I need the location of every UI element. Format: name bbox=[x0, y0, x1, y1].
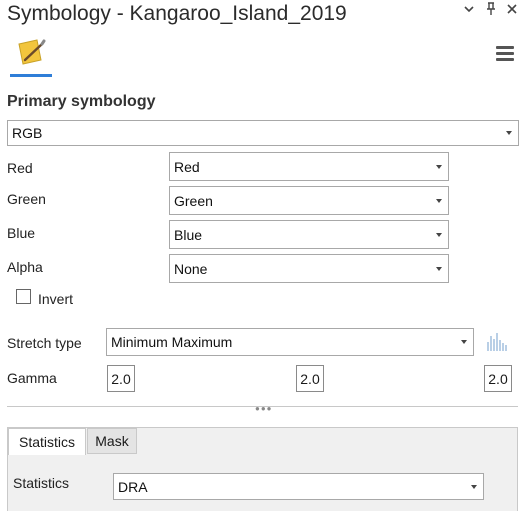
active-tab-indicator bbox=[10, 74, 52, 77]
histogram-icon[interactable] bbox=[486, 330, 510, 352]
stretch-type-label: Stretch type bbox=[7, 335, 82, 351]
gamma-label: Gamma bbox=[7, 370, 57, 386]
renderer-dropdown[interactable]: RGB bbox=[7, 120, 519, 146]
chevron-down-icon bbox=[436, 164, 442, 169]
paintbrush-icon[interactable] bbox=[15, 38, 47, 68]
red-band-value: Red bbox=[174, 158, 200, 175]
statistics-label: Statistics bbox=[13, 475, 70, 491]
window-title: Symbology - Kangaroo_Island_2019 bbox=[7, 2, 347, 25]
statistics-value: DRA bbox=[118, 478, 148, 495]
gamma-blue-input[interactable]: 2.0 bbox=[484, 365, 512, 392]
chevron-down-icon bbox=[506, 131, 512, 135]
tab-statistics[interactable]: Statistics bbox=[8, 428, 86, 455]
chevron-down-icon bbox=[436, 198, 442, 203]
gamma-red-input[interactable]: 2.0 bbox=[107, 365, 135, 392]
invert-label: Invert bbox=[38, 291, 74, 307]
close-icon[interactable] bbox=[503, 2, 521, 18]
stretch-type-value: Minimum Maximum bbox=[111, 334, 233, 350]
invert-checkbox[interactable] bbox=[16, 289, 31, 304]
alpha-label: Alpha bbox=[7, 259, 43, 275]
blue-label: Blue bbox=[7, 225, 36, 241]
statistics-dropdown[interactable]: DRA bbox=[113, 473, 484, 500]
stretch-type-dropdown[interactable]: Minimum Maximum bbox=[106, 328, 474, 356]
chevron-down-icon bbox=[471, 484, 477, 489]
green-label: Green bbox=[7, 191, 46, 207]
green-band-dropdown[interactable]: Green bbox=[169, 186, 449, 215]
chevron-down-icon bbox=[436, 232, 442, 237]
blue-band-dropdown[interactable]: Blue bbox=[169, 220, 449, 249]
gamma-green-input[interactable]: 2.0 bbox=[296, 365, 324, 392]
tab-mask[interactable]: Mask bbox=[87, 428, 137, 454]
chevron-down-icon bbox=[461, 340, 467, 344]
pin-icon[interactable] bbox=[482, 2, 500, 19]
alpha-band-dropdown[interactable]: None bbox=[169, 254, 449, 283]
green-band-value: Green bbox=[174, 192, 213, 209]
splitter-grip-icon[interactable]: ●●● bbox=[255, 404, 273, 413]
alpha-band-value: None bbox=[174, 260, 208, 277]
hamburger-menu-icon[interactable] bbox=[496, 46, 514, 62]
primary-symbology-heading: Primary symbology bbox=[7, 93, 156, 110]
chevron-down-icon[interactable] bbox=[460, 2, 478, 18]
renderer-value: RGB bbox=[12, 125, 43, 141]
red-label: Red bbox=[7, 160, 33, 176]
red-band-dropdown[interactable]: Red bbox=[169, 152, 449, 181]
chevron-down-icon bbox=[436, 266, 442, 271]
blue-band-value: Blue bbox=[174, 226, 203, 243]
